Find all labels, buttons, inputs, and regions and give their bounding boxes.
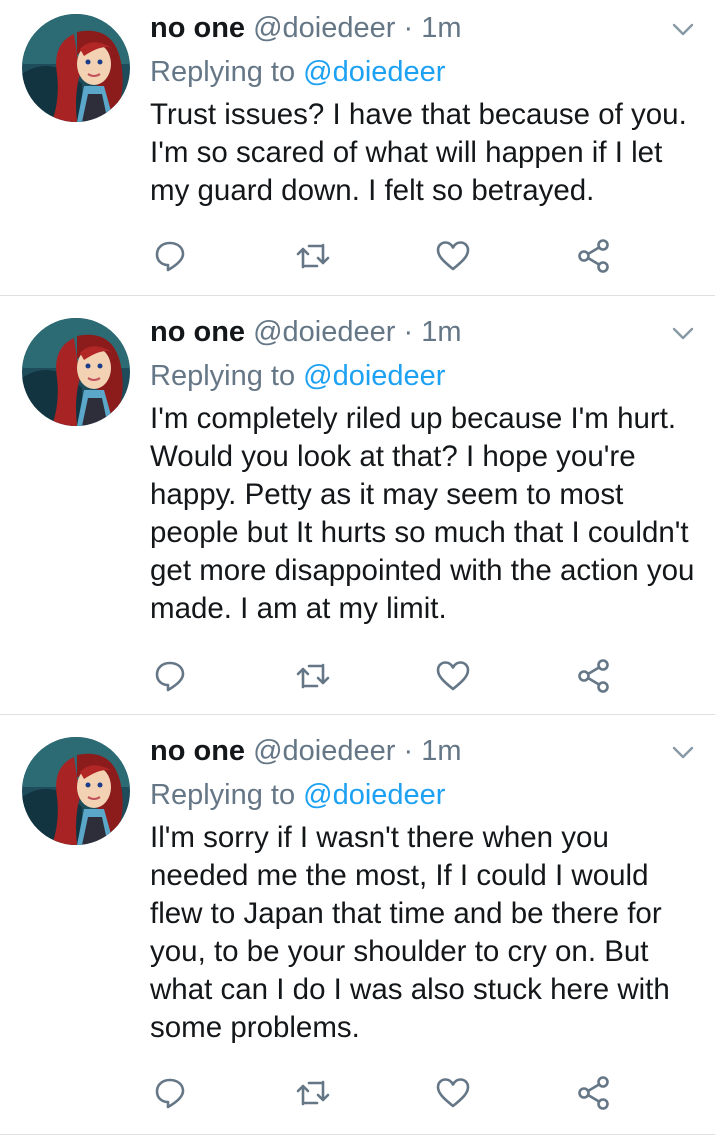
share-icon — [578, 659, 609, 693]
replying-to-handle[interactable]: @doiedeer — [303, 360, 445, 392]
tweet-text: Il'm sorry if I wasn't there when you ne… — [150, 821, 670, 1044]
tweet-header: no one @doiedeer · 1m — [150, 314, 462, 350]
timestamp[interactable]: 1m — [421, 316, 461, 348]
retweet-button[interactable] — [293, 656, 333, 696]
chevron-down-icon[interactable] — [668, 737, 698, 767]
tweet-actions — [150, 236, 630, 276]
display-name[interactable]: no one — [150, 735, 245, 767]
replying-to-handle[interactable]: @doiedeer — [303, 779, 445, 811]
retweet-button[interactable] — [293, 1073, 333, 1113]
heart-icon — [436, 661, 470, 691]
retweet-icon — [296, 1080, 330, 1106]
tweet[interactable]: no one @doiedeer · 1m Replying to @doied… — [0, 296, 715, 715]
tweet-header: no one @doiedeer · 1m — [150, 10, 462, 46]
replying-to-label: Replying to — [150, 56, 296, 88]
reply-icon — [155, 1078, 185, 1109]
replying-to: Replying to @doiedeer — [150, 777, 445, 813]
avatar[interactable] — [22, 318, 130, 426]
like-button[interactable] — [433, 656, 473, 696]
avatar-image — [22, 737, 130, 845]
share-icon — [578, 239, 609, 273]
display-name[interactable]: no one — [150, 316, 245, 348]
heart-icon — [436, 241, 470, 271]
reply-icon — [155, 661, 185, 692]
avatar-image — [22, 14, 130, 122]
replying-to-label: Replying to — [150, 360, 296, 392]
like-button[interactable] — [433, 236, 473, 276]
tweet[interactable]: no one @doiedeer · 1m Replying to @doied… — [0, 715, 715, 1135]
tweet-header: no one @doiedeer · 1m — [150, 733, 462, 769]
tweet-text: I'm completely riled up because I'm hurt… — [150, 402, 695, 625]
replying-to: Replying to @doiedeer — [150, 54, 445, 90]
avatar[interactable] — [22, 14, 130, 122]
chevron-down-icon[interactable] — [668, 14, 698, 44]
replying-to-label: Replying to — [150, 779, 296, 811]
reply-button[interactable] — [150, 1073, 190, 1113]
separator: · — [403, 735, 414, 767]
chevron-down-icon[interactable] — [668, 318, 698, 348]
like-button[interactable] — [433, 1073, 473, 1113]
share-button[interactable] — [574, 656, 614, 696]
retweet-icon — [296, 663, 330, 689]
share-button[interactable] — [574, 236, 614, 276]
replying-to: Replying to @doiedeer — [150, 358, 445, 394]
tweet-actions — [150, 1073, 630, 1113]
reply-icon — [155, 241, 185, 272]
separator: · — [403, 316, 414, 348]
avatar-image — [22, 318, 130, 426]
handle[interactable]: @doiedeer — [253, 316, 395, 348]
reply-button[interactable] — [150, 236, 190, 276]
separator: · — [403, 12, 414, 44]
timestamp[interactable]: 1m — [421, 12, 461, 44]
handle[interactable]: @doiedeer — [253, 12, 395, 44]
replying-to-handle[interactable]: @doiedeer — [303, 56, 445, 88]
retweet-icon — [296, 243, 330, 269]
tweet-text: Trust issues? I have that because of you… — [150, 98, 687, 207]
reply-button[interactable] — [150, 656, 190, 696]
tweet[interactable]: no one @doiedeer · 1m Replying to @doied… — [0, 0, 715, 296]
share-button[interactable] — [574, 1073, 614, 1113]
retweet-button[interactable] — [293, 236, 333, 276]
display-name[interactable]: no one — [150, 12, 245, 44]
tweet-actions — [150, 656, 630, 696]
avatar[interactable] — [22, 737, 130, 845]
heart-icon — [436, 1078, 470, 1108]
share-icon — [578, 1076, 609, 1110]
handle[interactable]: @doiedeer — [253, 735, 395, 767]
timestamp[interactable]: 1m — [421, 735, 461, 767]
